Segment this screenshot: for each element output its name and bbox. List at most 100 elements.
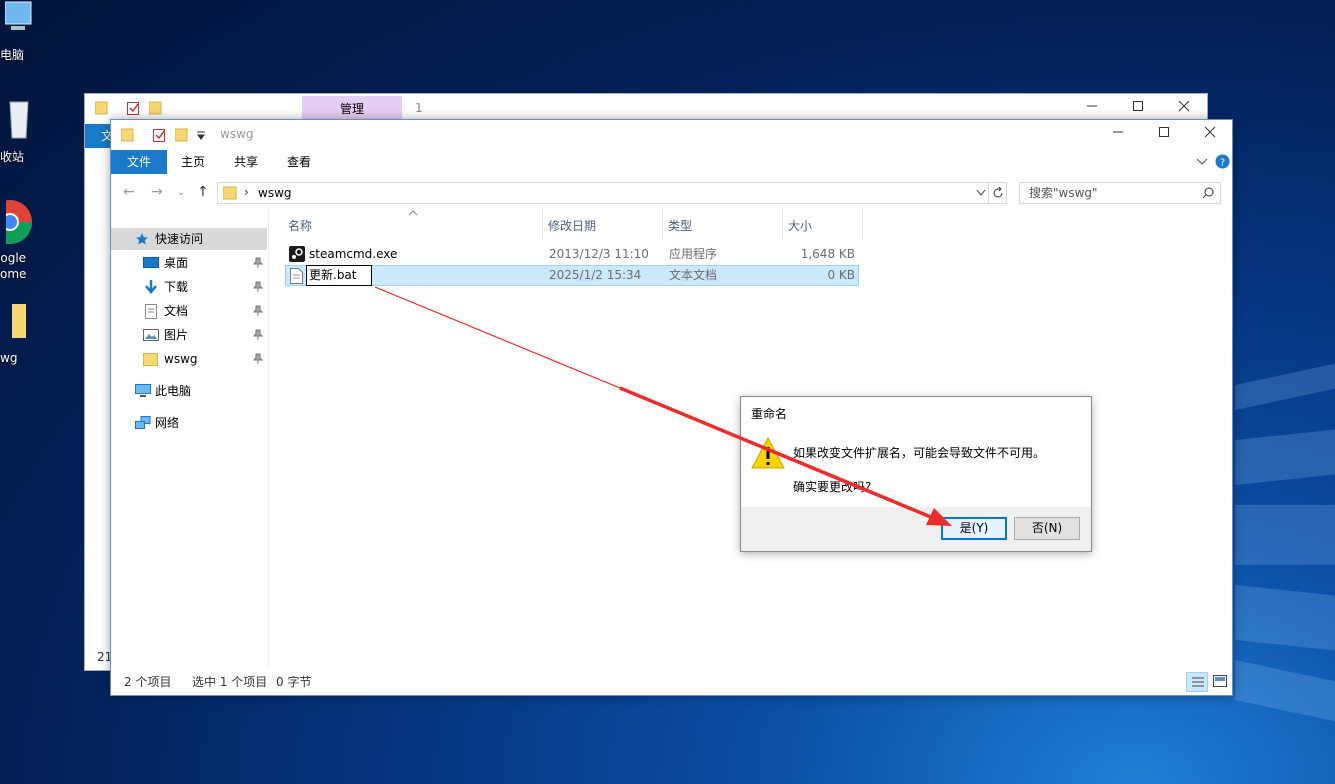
sidebar-label-this-pc: 此电脑: [155, 384, 192, 398]
address-dropdown-icon[interactable]: [976, 189, 986, 197]
title-bar[interactable]: wswg: [111, 120, 1232, 150]
desktop-label-this-pc: 电脑: [0, 48, 25, 62]
file-size: 0 KB: [827, 268, 855, 282]
sidebar-item-network[interactable]: 网络: [111, 412, 267, 434]
desktop-label-recycle-bin: 收站: [0, 150, 25, 164]
sidebar-item-this-pc[interactable]: 此电脑: [111, 380, 267, 402]
desktop-icon-chrome[interactable]: ogle ome: [0, 198, 40, 281]
folder-icon: [12, 304, 26, 338]
file-type: 应用程序: [669, 247, 718, 261]
refresh-button[interactable]: [988, 183, 1006, 203]
close-button[interactable]: [1187, 120, 1233, 148]
window-title: wswg: [220, 127, 254, 141]
sidebar-item-documents[interactable]: 文档: [111, 300, 267, 322]
close-icon: [1204, 126, 1216, 138]
ribbon-tabs: 文件 主页 共享 查看 ?: [111, 150, 1232, 174]
rename-dialog[interactable]: 重命名 如果改变文件扩展名，可能会导致文件不可用。 确实要更改吗? 是(Y) 否…: [740, 396, 1092, 552]
dialog-button-bar: 是(Y) 否(N): [741, 507, 1091, 551]
sidebar-item-pictures[interactable]: 图片: [111, 324, 267, 346]
search-icon: [1202, 187, 1214, 199]
column-header-size[interactable]: 大小: [783, 208, 863, 238]
navigation-pane: 快速访问 桌面 下载 文档 图片 wswg 此电脑 网络: [111, 208, 269, 669]
search-input[interactable]: 搜索"wswg": [1029, 186, 1098, 200]
desktop-label-chrome: ogle ome: [0, 251, 27, 281]
rename-input[interactable]: 更新.bat: [306, 265, 372, 286]
refresh-icon: [993, 187, 1003, 198]
status-selected: 选中 1 个项目: [192, 675, 268, 689]
close-icon: [1178, 100, 1190, 112]
file-date: 2025/1/2 15:34: [549, 268, 642, 282]
properties-icon[interactable]: [127, 100, 141, 116]
customize-dropdown-icon[interactable]: [197, 130, 205, 140]
column-header-name[interactable]: 名称: [283, 208, 543, 238]
file-row-selected[interactable]: 更新.bat 2025/1/2 15:34 文本文档 0 KB: [285, 265, 859, 286]
ribbon-tab-view[interactable]: 查看: [279, 150, 319, 174]
status-bar: 2 个项目 选中 1 个项目 0 字节: [111, 669, 1232, 695]
ribbon-tab-manage[interactable]: 管理: [302, 96, 402, 120]
up-button[interactable]: ↑: [197, 184, 209, 200]
file-row[interactable]: steamcmd.exe 2013/12/3 11:10 应用程序 1,648 …: [285, 244, 859, 265]
desktop-icon-this-pc[interactable]: 电脑: [0, 0, 40, 62]
desktop-icon-wswg[interactable]: wg: [0, 300, 40, 365]
back-button[interactable]: ←: [123, 184, 135, 200]
large-icons-view-icon: [1213, 675, 1227, 687]
recent-locations-button[interactable]: ⌄: [177, 187, 185, 198]
maximize-button[interactable]: [1115, 94, 1161, 122]
sidebar-item-quick-access[interactable]: 快速访问: [111, 228, 267, 250]
recycle-bin-icon: [9, 101, 29, 139]
column-header-type[interactable]: 类型: [663, 208, 783, 238]
ribbon-tab-home[interactable]: 主页: [173, 150, 213, 174]
svg-text:?: ?: [1220, 158, 1225, 169]
ribbon-tab-file[interactable]: 文件: [111, 150, 167, 174]
no-button[interactable]: 否(N): [1014, 517, 1080, 540]
file-date: 2013/12/3 11:10: [549, 247, 649, 261]
sidebar-item-wswg[interactable]: wswg: [111, 348, 267, 370]
yes-button[interactable]: 是(Y): [941, 517, 1007, 540]
breadcrumb-wswg[interactable]: wswg: [258, 186, 292, 200]
sidebar-label-pictures: 图片: [164, 328, 189, 342]
address-bar[interactable]: › wswg: [217, 182, 1007, 204]
new-folder-icon[interactable]: [149, 100, 163, 116]
back-window-number: 1: [415, 101, 423, 115]
ribbon-tab-share[interactable]: 共享: [226, 150, 266, 174]
address-row: ← → ⌄ ↑ › wswg 搜索"wswg": [111, 180, 1232, 206]
search-box[interactable]: 搜索"wswg": [1019, 182, 1221, 204]
desktop-icon: [143, 257, 159, 268]
document-icon: [145, 304, 157, 319]
column-header-date[interactable]: 修改日期: [543, 208, 663, 238]
details-view-button[interactable]: [1186, 672, 1208, 692]
pin-icon[interactable]: [253, 281, 263, 293]
forward-button[interactable]: →: [151, 184, 163, 200]
pin-icon[interactable]: [253, 353, 263, 365]
close-button[interactable]: [1161, 94, 1207, 122]
pin-icon[interactable]: [253, 257, 263, 269]
ribbon-expand-icon[interactable]: [1196, 157, 1208, 167]
star-icon: [136, 233, 148, 245]
sidebar-item-desktop[interactable]: 桌面: [111, 252, 267, 274]
desktop-icon-recycle-bin[interactable]: 收站: [0, 98, 40, 164]
pin-icon[interactable]: [253, 329, 263, 341]
new-folder-icon[interactable]: [175, 127, 189, 143]
pin-icon[interactable]: [253, 305, 263, 317]
sidebar-label-desktop: 桌面: [164, 256, 189, 270]
maximize-icon: [1133, 101, 1143, 111]
warning-icon: [751, 437, 785, 469]
sidebar-label-downloads: 下载: [164, 280, 189, 294]
minimize-button[interactable]: [1069, 94, 1115, 122]
sidebar-label-wswg: wswg: [164, 352, 198, 366]
maximize-button[interactable]: [1141, 120, 1187, 148]
large-icons-view-button[interactable]: [1210, 672, 1230, 692]
text-file-icon: [290, 268, 303, 284]
dialog-message: 如果改变文件扩展名，可能会导致文件不可用。: [793, 446, 1046, 460]
back-ribbon-file-tab[interactable]: 文: [85, 124, 113, 148]
file-name: steamcmd.exe: [309, 247, 398, 261]
download-icon: [145, 280, 157, 294]
maximize-icon: [1159, 127, 1169, 137]
minimize-button[interactable]: [1095, 120, 1141, 148]
sidebar-label-quick-access: 快速访问: [155, 232, 204, 246]
breadcrumb-separator-icon[interactable]: ›: [244, 185, 249, 199]
help-icon[interactable]: ?: [1215, 154, 1230, 169]
properties-icon[interactable]: [153, 127, 167, 143]
status-size: 0 字节: [276, 675, 312, 689]
sidebar-item-downloads[interactable]: 下载: [111, 276, 267, 298]
